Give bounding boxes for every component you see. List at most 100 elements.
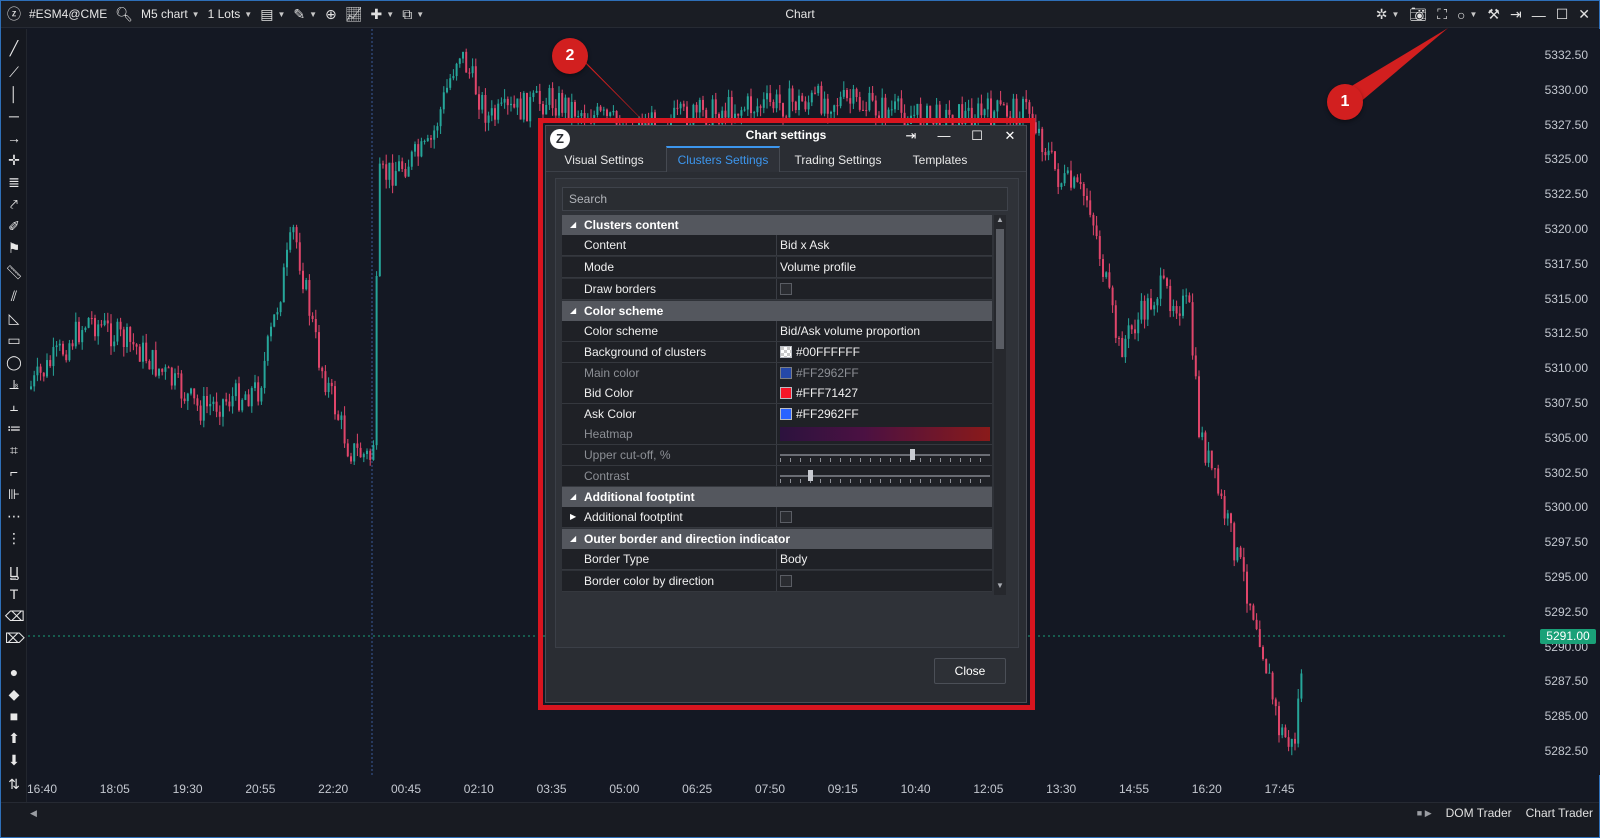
color-scheme-dropdown[interactable]: Bid/Ask volume proportion — [780, 321, 990, 341]
close-dialog-button[interactable]: ✕ — [1000, 128, 1020, 144]
minimize-button[interactable]: — — [1527, 1, 1551, 28]
levels-tool-icon[interactable]: ≣ — [5, 173, 23, 191]
indicators-icon[interactable]: 📈︎ — [341, 1, 367, 28]
row-color-scheme[interactable]: Color scheme Bid/Ask volume proportion — [562, 321, 992, 342]
channel-tool-icon[interactable]: ⫽ — [5, 287, 23, 305]
ray-tool-icon[interactable]: ⟋ — [5, 63, 23, 81]
sort-icon[interactable]: ⇅ — [5, 775, 23, 793]
search-icon[interactable]: 🔍︎ — [111, 1, 137, 28]
ellipse-tool-icon[interactable]: ◯ — [5, 353, 23, 371]
tab-visual-settings[interactable]: Visual Settings — [552, 146, 656, 172]
brush-tool-icon[interactable]: ✐ — [5, 217, 23, 235]
time-axis[interactable]: 16:40 18:05 19:30 20:55 22:20 00:45 02:10 03:35… — [27, 776, 1506, 802]
row-border-color-by-direction[interactable]: Border color by direction — [562, 571, 992, 592]
bid-color-picker[interactable]: #FFF71427 — [780, 383, 990, 403]
chart-trader-button[interactable]: Chart Trader — [1526, 806, 1593, 820]
scroll-up-icon[interactable]: ▲ — [994, 215, 1006, 224]
expand-icon[interactable]: ▶ — [570, 507, 576, 527]
ruler-icon[interactable]: 📏︎ — [5, 263, 23, 281]
scroll-down-icon[interactable]: ▼ — [994, 581, 1006, 590]
section-outer-border[interactable]: ◢ Outer border and direction indicator — [562, 529, 992, 549]
zoom-icon[interactable]: ⊕ — [321, 1, 341, 28]
callout-tool-icon[interactable]: ⌦ — [5, 629, 25, 647]
row-bid-color[interactable]: Bid Color #FFF71427 — [562, 383, 992, 404]
fib-extension-icon[interactable]: ⫠ — [5, 397, 23, 415]
tab-templates[interactable]: Templates — [896, 146, 984, 172]
arrow-down-icon[interactable]: ⬇ — [5, 751, 23, 769]
rectangle-tool-icon[interactable]: ▭ — [5, 331, 23, 349]
tab-clusters-settings[interactable]: Clusters Settings — [666, 146, 780, 172]
app-logo-icon[interactable]: ⓩ — [1, 1, 25, 28]
marker-tool-icon[interactable]: ⚑ — [5, 239, 23, 257]
section-clusters-content[interactable]: ◢ Clusters content — [562, 215, 992, 235]
border-type-dropdown[interactable]: Body — [780, 549, 990, 569]
scroll-right-icon[interactable]: ■ ▶ — [1417, 808, 1432, 819]
text-tool-icon[interactable]: T — [5, 585, 23, 603]
layout-button[interactable]: ⧉ ▼ — [398, 1, 428, 28]
crosshair-mode-button[interactable]: ✲ ▼ — [1371, 1, 1405, 28]
timeframe-selector[interactable]: M5 chart ▼ — [137, 1, 204, 28]
fib-tool-icon[interactable]: ⫡ — [5, 375, 23, 393]
pin-icon[interactable]: ⇥ — [901, 128, 921, 144]
arrow-up-icon[interactable]: ⬆ — [5, 729, 23, 747]
border-color-checkbox[interactable] — [780, 575, 792, 587]
row-draw-borders[interactable]: Draw borders — [562, 279, 992, 300]
vertical-line-icon[interactable]: │ — [5, 85, 23, 103]
content-dropdown[interactable]: Bid x Ask — [780, 235, 990, 255]
add-button[interactable]: ✚ ▼ — [367, 1, 399, 28]
camera-icon[interactable]: 📷︎ — [1404, 1, 1432, 28]
heatmap-gradient[interactable] — [780, 427, 990, 441]
lots-selector[interactable]: 1 Lots ▼ — [204, 1, 257, 28]
main-color-picker[interactable]: #FF2962FF — [780, 363, 990, 383]
maximize-button[interactable]: ☐ — [967, 128, 987, 144]
section-color-scheme[interactable]: ◢ Color scheme — [562, 301, 992, 321]
row-additional-footprint[interactable]: ▶ Additional footptint — [562, 507, 992, 528]
price-axis[interactable]: 5332.50 5330.00 5327.50 5325.00 5322.50 5320.… — [1506, 29, 1600, 775]
close-button[interactable]: Close — [934, 658, 1006, 684]
vertical-scrollbar[interactable]: ▲ ▼ — [994, 215, 1006, 595]
search-input[interactable]: Search — [562, 187, 1008, 211]
step-tool-icon[interactable]: ⌐ — [5, 463, 23, 481]
mode-dropdown[interactable]: Volume profile — [780, 257, 990, 277]
profile-tool-icon[interactable]: ≔ — [5, 419, 23, 437]
symbol-selector[interactable]: #ESM4@CME — [25, 1, 111, 28]
link-circle-button[interactable]: ○ ▼ — [1452, 1, 1482, 28]
row-heatmap[interactable]: Heatmap — [562, 424, 992, 445]
ask-color-picker[interactable]: #FF2962FF — [780, 404, 990, 424]
row-main-color[interactable]: Main color #FF2962FF — [562, 363, 992, 384]
triangle-tool-icon[interactable]: ◺ — [5, 309, 23, 327]
row-contrast[interactable]: Contrast — [562, 466, 992, 487]
fullscreen-icon[interactable]: ⛶ — [1432, 1, 1452, 28]
chart-type-button[interactable]: ▤ ▼ — [256, 1, 289, 28]
drawing-pencil-button[interactable]: ✎ ▼ — [289, 1, 321, 28]
horizontal-line-icon[interactable]: ─ — [5, 107, 23, 125]
text-style-icon[interactable]: Ꚏ — [5, 563, 23, 581]
row-background-of-clusters[interactable]: Background of clusters #00FFFFFF — [562, 342, 992, 363]
close-window-button[interactable]: ✕ — [1573, 1, 1595, 28]
dom-trader-button[interactable]: DOM Trader — [1446, 806, 1512, 820]
bars-pattern-icon[interactable]: ⊪ — [5, 485, 23, 503]
square-marker-icon[interactable]: ■ — [5, 707, 23, 725]
diamond-marker-icon[interactable]: ◆ — [5, 685, 23, 703]
section-additional-footprint[interactable]: ◢ Additional footptint — [562, 487, 992, 507]
circle-marker-icon[interactable]: ● — [5, 663, 23, 681]
background-color-picker[interactable]: #00FFFFFF — [780, 342, 990, 362]
upper-cutoff-slider[interactable] — [780, 454, 990, 456]
tab-trading-settings[interactable]: Trading Settings — [786, 146, 890, 172]
row-border-type[interactable]: Border Type Body — [562, 549, 992, 570]
additional-footprint-checkbox[interactable] — [780, 511, 792, 523]
pattern-tool-icon[interactable]: ⌗ — [5, 441, 23, 459]
row-upper-cutoff[interactable]: Upper cut-off, % — [562, 445, 992, 466]
trend-tool-icon[interactable]: ⤤ — [5, 195, 23, 213]
row-content[interactable]: Content Bid x Ask — [562, 235, 992, 256]
arrow-tool-icon[interactable]: → — [5, 129, 23, 147]
line-tool-icon[interactable]: ╱ — [5, 39, 23, 57]
pin-icon[interactable]: ⇥ — [1505, 1, 1527, 28]
scrollbar-thumb[interactable] — [996, 229, 1004, 349]
slider-thumb[interactable] — [910, 449, 915, 460]
row-ask-color[interactable]: Ask Color #FF2962FF — [562, 404, 992, 425]
minimize-button[interactable]: — — [934, 128, 954, 144]
label-tool-icon[interactable]: ⌫ — [5, 607, 25, 625]
row-mode[interactable]: Mode Volume profile — [562, 257, 992, 278]
crosshair-tool-icon[interactable]: ✛ — [5, 151, 23, 169]
